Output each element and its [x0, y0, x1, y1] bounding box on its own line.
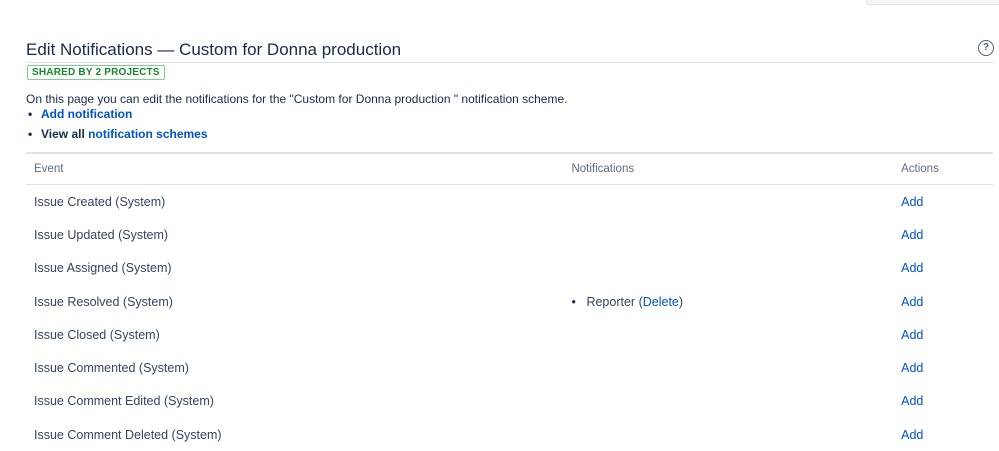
- event-cell: Issue Updated (System): [34, 227, 169, 242]
- page-description: On this page you can edit the notificati…: [26, 92, 568, 106]
- notifications-cell: [563, 218, 893, 251]
- table-row: Issue Comment Edited (System) Add: [26, 385, 993, 418]
- event-cell: Issue Closed (System): [34, 327, 160, 342]
- table-row: Issue Comment Deleted (System) Add: [26, 418, 993, 451]
- event-cell: Issue Commented (System): [34, 361, 189, 376]
- actions-cell: Add: [893, 218, 993, 251]
- delete-notification-link[interactable]: Delete: [643, 295, 679, 309]
- notifications-cell: [563, 252, 893, 285]
- view-all-prefix: View all: [41, 127, 85, 141]
- table-row: Issue Created (System) Add: [26, 185, 993, 219]
- notifications-cell: [563, 318, 893, 351]
- event-cell: Issue Comment Edited (System): [34, 394, 214, 409]
- table-row: Issue Resolved (System) Reporter (Delete…: [26, 285, 993, 318]
- add-action-link[interactable]: Add: [901, 228, 923, 242]
- notifications-cell: [563, 385, 893, 418]
- add-action-link[interactable]: Add: [901, 195, 923, 209]
- notification-recipient: Reporter (Delete): [571, 295, 893, 309]
- page-title: Edit Notifications — Custom for Donna pr…: [26, 40, 402, 59]
- help-icon[interactable]: ?: [978, 40, 994, 56]
- add-action-link[interactable]: Add: [901, 328, 923, 342]
- notification-schemes-link[interactable]: notification schemes: [88, 127, 207, 141]
- add-action-link[interactable]: Add: [901, 428, 923, 442]
- column-header-notifications: Notifications: [563, 154, 894, 185]
- add-action-link[interactable]: Add: [901, 394, 923, 408]
- actions-cell: Add: [893, 285, 993, 318]
- column-header-actions: Actions: [893, 154, 993, 185]
- table-row: Issue Updated (System) Add: [26, 218, 993, 251]
- page-actions-list: Add notification View all notification s…: [26, 106, 208, 146]
- add-action-link[interactable]: Add: [901, 295, 923, 309]
- actions-cell: Add: [893, 318, 993, 351]
- add-notification-item: Add notification: [26, 106, 208, 126]
- recipient-label: Reporter: [586, 294, 636, 309]
- table-row: Issue Closed (System) Add: [26, 318, 993, 351]
- title-divider: [26, 62, 993, 63]
- add-notification-link[interactable]: Add notification: [41, 107, 132, 121]
- notifications-cell: [563, 351, 893, 384]
- event-cell: Issue Created (System): [34, 194, 166, 209]
- column-header-event: Event: [26, 154, 564, 185]
- actions-cell: Add: [893, 185, 993, 219]
- shared-projects-badge[interactable]: SHARED BY 2 PROJECTS: [27, 65, 165, 80]
- notifications-cell: [563, 418, 893, 451]
- event-cell: Issue Resolved (System): [34, 294, 173, 309]
- add-action-link[interactable]: Add: [901, 361, 923, 375]
- table-row: Issue Commented (System) Add: [26, 351, 993, 384]
- notifications-cell: [563, 185, 893, 219]
- event-cell: Issue Comment Deleted (System): [34, 427, 222, 442]
- actions-cell: Add: [893, 252, 993, 285]
- notifications-cell: Reporter (Delete): [563, 285, 893, 318]
- event-cell: Issue Assigned (System): [34, 261, 172, 276]
- view-all-schemes-item: View all notification schemes: [26, 126, 208, 146]
- top-toolbar-stub: [866, 0, 999, 5]
- actions-cell: Add: [893, 351, 993, 384]
- actions-cell: Add: [893, 385, 993, 418]
- table-header-row: Event Notifications Actions: [26, 154, 993, 185]
- actions-cell: Add: [893, 418, 993, 451]
- table-row: Issue Assigned (System) Add: [26, 252, 993, 285]
- notifications-table: Event Notifications Actions Issue Create…: [26, 154, 993, 451]
- add-action-link[interactable]: Add: [901, 261, 923, 275]
